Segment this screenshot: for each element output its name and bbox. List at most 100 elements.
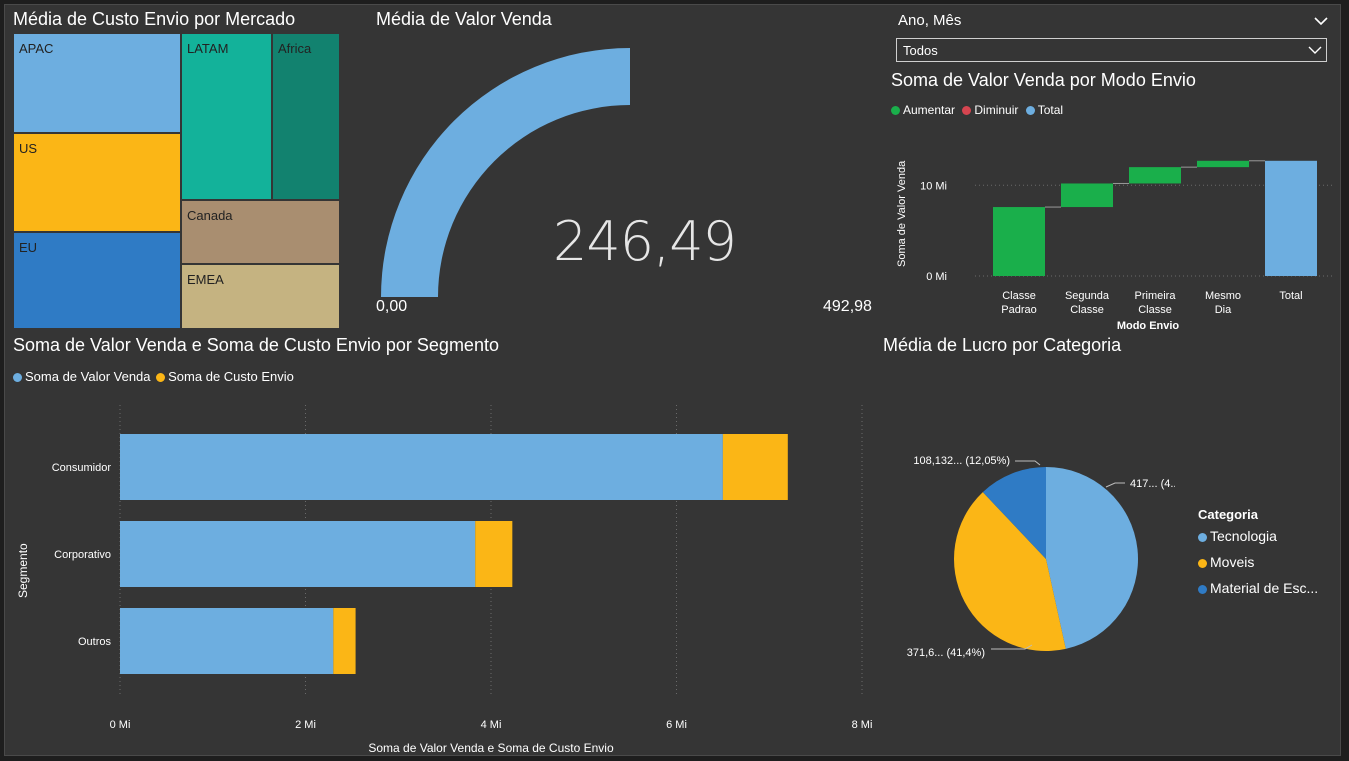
chevron-down-icon	[1308, 46, 1322, 54]
gauge-min-label: 0,00	[376, 298, 408, 315]
legend-label: Tecnologia	[1210, 528, 1277, 544]
bar-valor-venda[interactable]	[120, 608, 334, 674]
waterfall-title: Soma de Valor Venda por Modo Envio	[891, 70, 1196, 90]
waterfall-chart[interactable]: 0 Mi 10 Mi Soma de Valor Venda Classe Padrao…	[885, 125, 1335, 335]
gauge-value: 246,49	[553, 210, 737, 273]
treemap-tile-eu[interactable]: EU	[13, 232, 181, 329]
x-tick-label: Primeira	[1135, 290, 1177, 302]
legend-dot	[1025, 106, 1035, 115]
report-canvas: Média de Custo Envio por Mercado APAC US…	[4, 4, 1341, 756]
waterfall-bar[interactable]	[1265, 160, 1317, 276]
chevron-down-icon[interactable]	[1314, 16, 1328, 26]
legend-item[interactable]: Total	[1025, 103, 1064, 117]
x-tick-label: Classe	[1138, 304, 1172, 316]
barchart-legend: Soma de Valor Venda Soma de Custo Envio	[13, 369, 294, 384]
x-axis-label: Soma de Valor Venda e Soma de Custo Envi…	[368, 741, 614, 755]
pie-data-label: 417... (4...)	[1130, 478, 1175, 490]
treemap-title: Média de Custo Envio por Mercado	[13, 9, 296, 29]
y-tick-label: Outros	[78, 636, 112, 648]
bar-custo-envio[interactable]	[475, 521, 513, 587]
tile-label: US	[19, 141, 38, 156]
tile-label: EU	[19, 240, 38, 255]
treemap[interactable]: APAC US EU LATAM Africa Canada EMEA	[13, 33, 340, 329]
bar-custo-envio[interactable]	[333, 608, 356, 674]
y-tick-label: Consumidor	[52, 462, 112, 474]
tile-label: LATAM	[187, 41, 229, 56]
pie-slice[interactable]	[1046, 467, 1138, 649]
bar-custo-envio[interactable]	[722, 434, 788, 500]
legend-label: Soma de Custo Envio	[168, 369, 294, 384]
legend-item[interactable]: Soma de Custo Envio	[156, 369, 294, 384]
pie-legend: Categoria Tecnologia Moveis Material de …	[1198, 507, 1318, 606]
x-axis-label: Modo Envio	[1117, 320, 1180, 332]
legend-label: Diminuir	[974, 103, 1019, 117]
waterfall-bar[interactable]	[993, 207, 1045, 276]
tile-label: Africa	[278, 41, 312, 56]
x-tick-label: Classe	[1070, 304, 1104, 316]
treemap-tile-apac[interactable]: APAC	[13, 33, 181, 133]
waterfall-bar[interactable]	[1197, 160, 1249, 168]
segment-bar-chart[interactable]: 0 Mi 2 Mi 4 Mi 6 Mi 8 Mi Consumidor Corporativ…	[5, 390, 885, 755]
legend-label: Material de Esc...	[1210, 580, 1319, 596]
leader-line[interactable]	[1105, 482, 1125, 488]
legend-label: Aumentar	[903, 103, 956, 117]
legend-dot	[1198, 533, 1207, 542]
x-tick-label: Dia	[1215, 304, 1232, 316]
pie-legend-title: Categoria	[1198, 507, 1258, 522]
legend-label: Moveis	[1210, 554, 1255, 570]
x-tick-label: Classe	[1002, 290, 1036, 302]
slicer-header[interactable]: Ano, Mês	[898, 12, 1331, 34]
legend-item[interactable]: Diminuir	[962, 103, 1018, 117]
x-tick-label: Mesmo	[1205, 290, 1241, 302]
treemap-tile-latam[interactable]: LATAM	[181, 33, 272, 200]
y-axis-label: Soma de Valor Venda	[896, 160, 908, 267]
legend-dot	[962, 106, 972, 115]
legend-dot	[156, 373, 166, 382]
barchart-title: Soma de Valor Venda e Soma de Custo Envi…	[13, 335, 499, 355]
legend-item[interactable]: Soma de Valor Venda	[13, 369, 151, 384]
pie-data-label: 108,132... (12,05%)	[913, 455, 1010, 467]
x-tick-label: 8 Mi	[852, 719, 873, 731]
y-tick-label: Corporativo	[54, 549, 111, 561]
legend-item[interactable]: Moveis	[1198, 554, 1318, 580]
legend-item[interactable]: Tecnologia	[1198, 528, 1318, 554]
gauge-chart[interactable]	[365, 35, 885, 325]
waterfall-legend: Aumentar Diminuir Total	[891, 103, 1063, 117]
waterfall-bar[interactable]	[1061, 183, 1113, 208]
x-tick-label: 0 Mi	[110, 719, 131, 731]
legend-dot	[1198, 559, 1207, 568]
slicer-dropdown[interactable]: Todos	[896, 38, 1327, 62]
x-tick-label: 2 Mi	[295, 719, 316, 731]
legend-item[interactable]: Aumentar	[891, 103, 955, 117]
legend-item[interactable]: Material de Esc...	[1198, 580, 1318, 606]
x-tick-label: Padrao	[1001, 304, 1036, 316]
treemap-tile-emea[interactable]: EMEA	[181, 264, 340, 329]
legend-label: Total	[1037, 103, 1064, 117]
x-tick-label: 6 Mi	[666, 719, 687, 731]
bar-valor-venda[interactable]	[120, 434, 723, 500]
gauge-title: Média de Valor Venda	[376, 9, 552, 29]
y-axis-label: Segmento	[16, 543, 30, 598]
y-tick-label: 10 Mi	[920, 180, 947, 192]
legend-label: Soma de Valor Venda	[25, 369, 151, 384]
tile-label: EMEA	[187, 272, 224, 287]
gauge-max-label: 492,98	[823, 298, 872, 315]
pie-title: Média de Lucro por Categoria	[883, 335, 1122, 355]
legend-dot	[1198, 585, 1207, 594]
tile-label: APAC	[19, 41, 54, 56]
x-tick-label: Segunda	[1065, 290, 1110, 302]
tile-label: Canada	[187, 208, 233, 223]
treemap-tile-africa[interactable]: Africa	[272, 33, 340, 200]
treemap-tile-us[interactable]: US	[13, 133, 181, 232]
pie-chart[interactable]: 417... (4...) 371,6... (41,4%) 108,132... …	[875, 435, 1175, 675]
x-tick-label: 4 Mi	[481, 719, 502, 731]
y-tick-label: 0 Mi	[926, 271, 947, 283]
waterfall-bar[interactable]	[1129, 167, 1181, 184]
slicer-label: Ano, Mês	[898, 12, 962, 29]
x-tick-label: Total	[1279, 290, 1302, 302]
pie-data-label: 371,6... (41,4%)	[907, 647, 985, 659]
leader-line[interactable]	[1015, 460, 1041, 466]
treemap-tile-canada[interactable]: Canada	[181, 200, 340, 264]
bar-valor-venda[interactable]	[120, 521, 476, 587]
legend-dot	[891, 106, 900, 115]
